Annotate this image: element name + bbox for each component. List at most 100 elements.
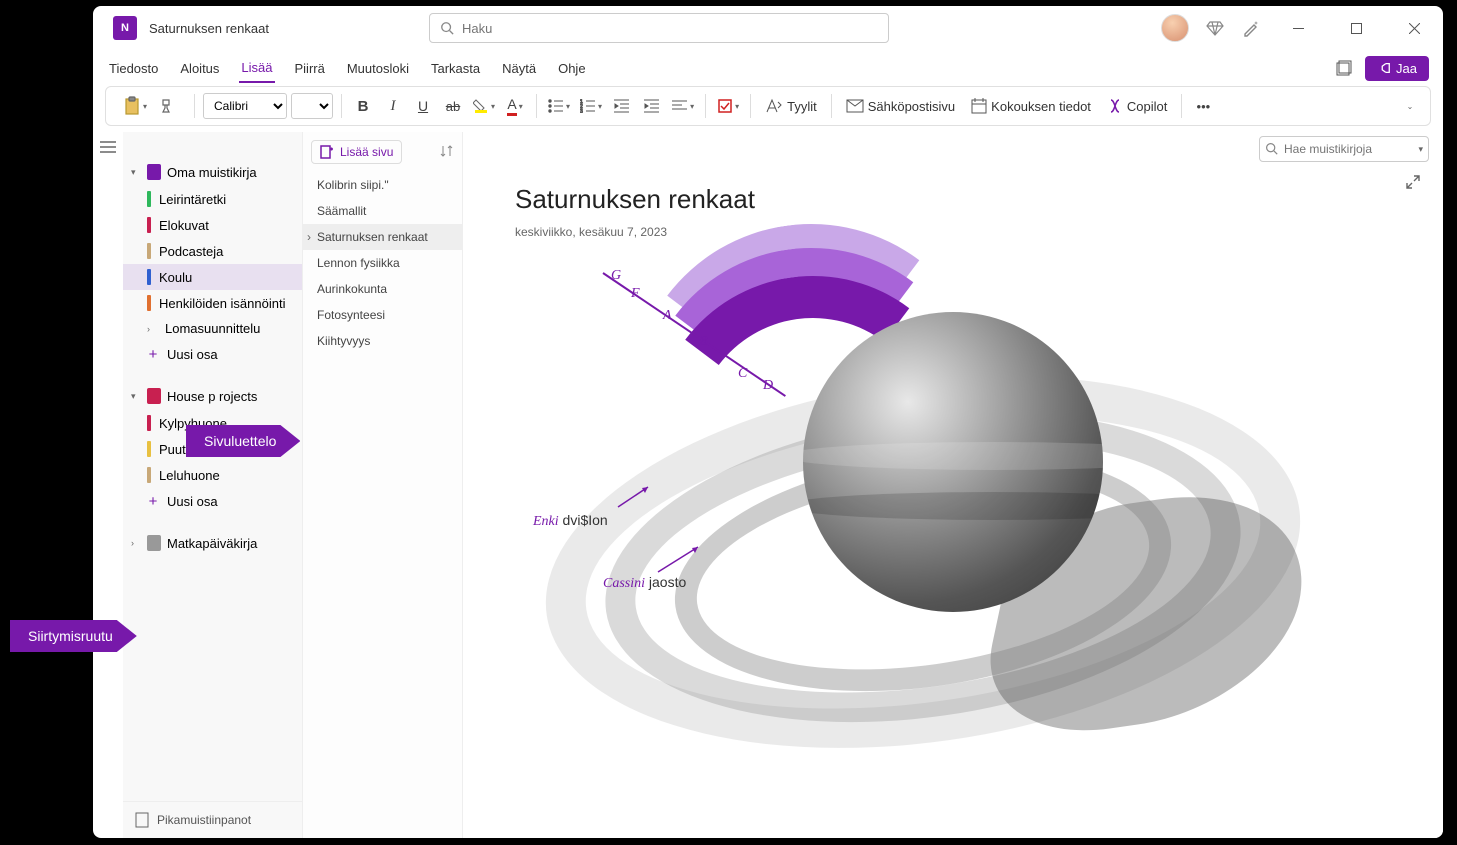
quick-notes-button[interactable]: Pikamuistiinpanot [123,801,302,838]
copilot-label: Copilot [1127,99,1167,114]
paste-button[interactable]: ▾ [120,92,150,120]
tab-draw[interactable]: Piirrä [293,55,327,82]
font-size-select[interactable]: 11 [291,93,333,119]
section-item-school[interactable]: Koulu [123,264,302,290]
meeting-label: Kokouksen tiedot [991,99,1091,114]
notebook-header-travel[interactable]: › Matkapäiväkirja [123,529,302,557]
highlight-button[interactable]: ▾ [470,92,498,120]
styles-button[interactable]: Tyylit [759,98,823,114]
section-item[interactable]: Podcasteja [123,238,302,264]
sort-pages-button[interactable] [440,144,454,161]
chevron-down-icon[interactable]: ▾ [1418,144,1423,155]
minimize-button[interactable] [1277,14,1319,42]
section-item[interactable]: Elokuvat [123,212,302,238]
search-icon [1265,142,1278,155]
bullet-list-button[interactable]: ▾ [545,92,573,120]
page-item-saturn[interactable]: Saturnuksen renkaat [303,224,462,250]
tab-home[interactable]: Aloitus [178,55,221,82]
share-button[interactable]: Jaa [1365,56,1429,81]
chevron-down-icon: ▾ [131,167,141,178]
hamburger-menu-icon[interactable] [100,140,116,838]
ribbon-collapse-button[interactable]: ⌄ [1396,92,1422,120]
more-options-button[interactable]: ••• [1190,92,1216,120]
page-item[interactable]: Kolibrin siipi." [303,172,462,198]
email-page-button[interactable]: Sähköpostisivu [840,99,961,114]
section-group-item[interactable]: ›Lomasuunnittelu [123,316,302,341]
open-window-icon[interactable] [1333,57,1355,79]
notebook-name: Oma muistikirja [167,165,257,180]
page-item[interactable]: Säämallit [303,198,462,224]
page-item[interactable]: Kiihtyvyys [303,328,462,354]
svg-text:3: 3 [580,109,583,113]
tag-button[interactable]: ▾ [714,92,742,120]
section-color-icon [147,217,151,233]
notebook-search-input[interactable] [1259,136,1429,162]
new-section-button[interactable]: +Uusi osa [123,341,302,368]
user-avatar[interactable] [1161,14,1189,42]
section-color-icon [147,243,151,259]
section-item[interactable]: Leirintäretki [123,186,302,212]
number-list-button[interactable]: 123▾ [577,92,605,120]
meeting-details-button[interactable]: Kokouksen tiedot [965,98,1097,114]
close-button[interactable] [1393,14,1435,42]
section-color-icon [147,191,151,207]
annotation-encke: Enki dvi$Ion [533,512,608,530]
section-item[interactable]: Leluhuone [123,462,302,488]
notebook-search[interactable]: ▾ [1259,136,1429,162]
section-item[interactable]: Henkilöiden isännöinti [123,290,302,316]
notebook-header-house[interactable]: ▾ House p rojects [123,382,302,410]
font-color-button[interactable]: A▾ [502,92,528,120]
strikethrough-button[interactable]: ab [440,92,466,120]
tab-help[interactable]: Ohje [556,55,587,82]
notebook-name: House p rojects [167,389,257,404]
copilot-button[interactable]: Copilot [1101,98,1173,114]
section-label: Leluhuone [159,468,220,483]
page-canvas[interactable]: ▾ Saturnuksen renkaat keskiviikko, kesäk… [463,132,1443,838]
format-painter-button[interactable] [154,92,180,120]
search-box[interactable] [429,13,889,43]
onenote-app-icon: N [113,16,137,40]
font-family-select[interactable]: Calibri [203,93,287,119]
tab-history[interactable]: Muutosloki [345,55,411,82]
tab-review[interactable]: Tarkasta [429,55,482,82]
email-label: Sähköpostisivu [868,99,955,114]
notebook-icon [147,388,161,404]
ring-label-g: G [611,268,621,284]
new-section-button[interactable]: +Uusi osa [123,488,302,515]
section-label: Uusi osa [167,347,218,362]
notebook-icon [147,535,161,551]
underline-button[interactable]: U [410,92,436,120]
document-title: Saturnuksen renkaat [149,21,269,36]
tab-insert[interactable]: Lisää [239,54,274,83]
align-button[interactable]: ▾ [669,92,697,120]
outdent-button[interactable] [609,92,635,120]
page-item[interactable]: Aurinkokunta [303,276,462,302]
indent-button[interactable] [639,92,665,120]
section-label: Leirintäretki [159,192,226,207]
tab-view[interactable]: Näytä [500,55,538,82]
ring-label-c: C [738,366,747,382]
section-label: Podcasteja [159,244,223,259]
navigation-pane: ▾ Oma muistikirja Leirintäretki Elokuvat… [123,132,303,838]
chevron-right-icon: › [131,538,141,548]
maximize-button[interactable] [1335,14,1377,42]
italic-button[interactable]: I [380,92,406,120]
chevron-right-icon: › [147,324,157,334]
notebook-header-my[interactable]: ▾ Oma muistikirja [123,158,302,186]
expand-button[interactable] [1405,174,1421,195]
add-page-button[interactable]: Lisää sivu [311,140,402,164]
pen-sparkle-icon[interactable] [1241,18,1261,38]
page-item[interactable]: Fotosynteesi [303,302,462,328]
add-page-label: Lisää sivu [340,145,393,159]
diamond-icon[interactable] [1205,18,1225,38]
page-item[interactable]: Lennon fysiikka [303,250,462,276]
search-icon [440,21,454,35]
notebook-name: Matkapäiväkirja [167,536,257,551]
tab-file[interactable]: Tiedosto [107,55,160,82]
search-input[interactable] [462,21,878,36]
calendar-icon [971,98,987,114]
email-icon [846,99,864,113]
bold-button[interactable]: B [350,92,376,120]
section-label: Koulu [159,270,192,285]
callout-navigation-pane: Siirtymisruutu [10,620,137,652]
